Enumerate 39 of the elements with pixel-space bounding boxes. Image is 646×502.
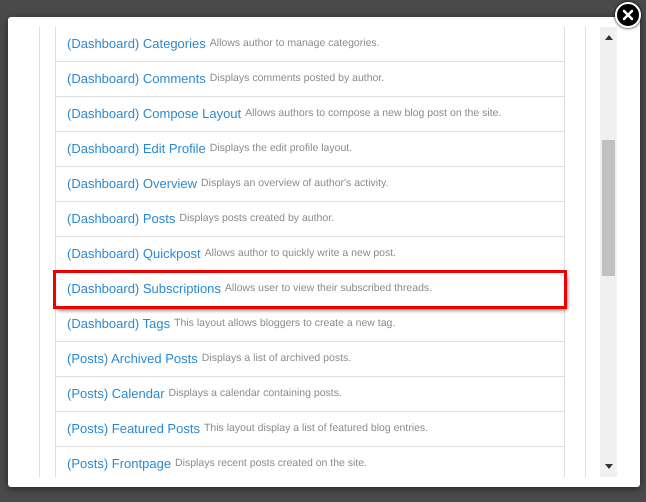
layout-description: This layout display a list of featured blog entries. [204,421,428,436]
layout-link[interactable]: (Posts) Featured Posts [67,419,200,439]
layout-description: Allows author to manage categories. [210,36,380,52]
layout-list-item[interactable]: (Posts) Archived Posts Displays a list of archived posts. [55,342,565,377]
layout-description: This layout allows bloggers to create a new tag. [174,316,396,332]
layout-description: Displays posts created by author. [179,211,334,226]
layout-link[interactable]: (Dashboard) Tags [67,314,170,334]
layout-description: Displays a calendar containing posts. [168,386,342,402]
layout-link[interactable]: (Posts) Archived Posts [67,349,198,369]
layout-link[interactable]: (Dashboard) Quickpost [67,244,201,264]
layout-link[interactable]: (Dashboard) Posts [67,209,176,229]
layout-description: Allows user to view their subscribed threads. [224,281,432,296]
layout-list-item[interactable]: (Posts) Featured Posts This layout display a list of featured blog entries. [55,412,565,447]
layout-list-item[interactable]: (Posts) Calendar Displays a calendar containing posts. [55,377,565,412]
layout-list-item[interactable]: (Posts) Frontpage Displays recent posts created on the site. [55,447,565,477]
layout-link[interactable]: (Dashboard) Compose Layout [67,104,242,124]
layout-list-item[interactable]: (Dashboard) Compose Layout Allows authors to compose a new blog post on the site. [55,97,565,132]
layout-link[interactable]: (Dashboard) Edit Profile [67,139,206,159]
layout-description: Displays a list of archived posts. [202,351,352,366]
layout-description: Allows author to quickly write a new post. [204,246,396,262]
layout-link[interactable]: (Posts) Frontpage [67,454,172,474]
layout-description: Displays comments posted by author. [210,71,384,86]
layout-list-item[interactable]: (Dashboard) Overview Displays an overview of author's activity. [55,167,565,202]
layout-link[interactable]: (Dashboard) Comments [67,69,206,89]
layout-link[interactable]: (Dashboard) Categories [67,34,206,54]
layout-list-item[interactable]: (Dashboard) Posts Displays posts created by author. [55,202,565,237]
layout-list-item[interactable]: (Dashboard) Quickpost Allows author to quickly write a new post. [55,237,565,272]
layout-description: Displays the edit profile layout. [210,141,352,156]
layout-description: Displays an overview of author's activity. [201,176,388,192]
layout-link[interactable]: (Posts) Calendar [67,384,165,404]
layout-list-item[interactable]: (Dashboard) Categories Allows author to manage categories. [55,27,565,62]
layout-list-item[interactable]: (Dashboard) Edit Profile Displays the edit profile layout. [55,132,565,167]
layout-description: Allows authors to compose a new blog post on the site. [245,106,502,122]
layout-list-item[interactable]: (Dashboard) Subscriptions Allows user to view their subscribed threads. [55,272,565,307]
layout-description: Displays recent posts created on the site. [175,456,368,472]
layout-list-item[interactable]: (Dashboard) Comments Displays comments posted by author. [55,62,565,97]
layout-link[interactable]: (Dashboard) Overview [67,174,198,194]
layout-list-item[interactable]: (Dashboard) Tags This layout allows bloggers to create a new tag. [55,307,565,342]
layout-link[interactable]: (Dashboard) Subscriptions [67,279,221,299]
